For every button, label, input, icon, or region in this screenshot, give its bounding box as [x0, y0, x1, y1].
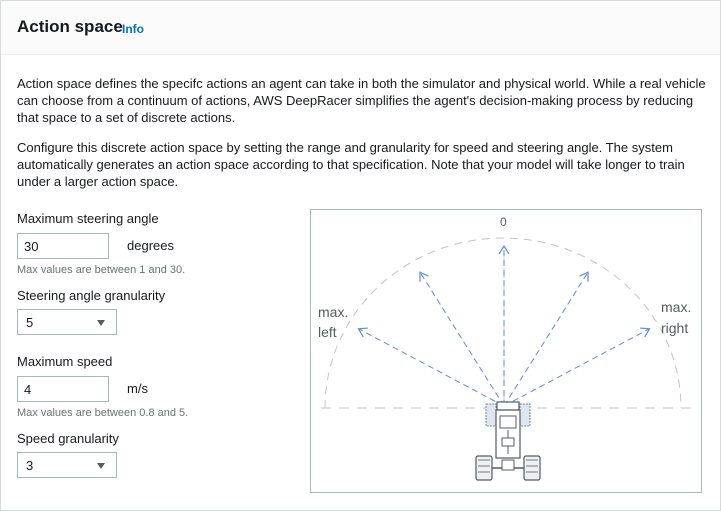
speed-granularity-label: Speed granularity — [17, 431, 119, 446]
panel-title: Action space — [17, 17, 123, 36]
max-right-label-2: right — [661, 320, 689, 336]
action-space-panel: Action space Info Action space defines t… — [0, 0, 721, 511]
max-speed-label: Maximum speed — [17, 354, 113, 369]
panel-header: Action space Info — [1, 1, 720, 55]
max-steering-angle-input[interactable] — [17, 233, 109, 259]
action-space-svg — [321, 237, 691, 481]
speed-hint: Max values are between 0.8 and 5. — [17, 407, 189, 419]
speed-granularity-select[interactable]: 3 — [17, 452, 117, 478]
max-right-label-1: max. — [661, 299, 692, 315]
steering-granularity-label: Steering angle granularity — [17, 288, 166, 303]
speed-unit: m/s — [127, 381, 148, 396]
steering-angle-hint: Max values are between 1 and 30. — [17, 264, 186, 276]
steering-granularity-value: 5 — [26, 315, 34, 330]
arrowhead-icon — [419, 271, 429, 282]
center-angle-label: 0 — [500, 215, 507, 229]
max-left-label-1: max. — [318, 304, 349, 320]
steering-range-arc — [324, 237, 682, 409]
max-speed-input[interactable] — [17, 376, 109, 402]
steering-angle-unit: degrees — [127, 238, 174, 253]
speed-granularity-value: 3 — [26, 458, 34, 473]
car-icon — [475, 401, 541, 481]
description-paragraph-2: Configure this discrete action space by … — [17, 140, 685, 189]
action-space-diagram: 0 max. left max. right — [310, 209, 702, 493]
steering-action-arrow — [503, 271, 589, 407]
caret-down-icon — [97, 320, 105, 326]
description-paragraph-1: Action space defines the specifc actions… — [17, 76, 706, 125]
max-steering-angle-label: Maximum steering angle — [17, 211, 159, 226]
steering-granularity-select[interactable]: 5 — [17, 309, 117, 335]
steering-action-arrow — [358, 328, 505, 407]
steering-action-arrow — [419, 271, 505, 407]
max-left-label-2: left — [318, 324, 337, 340]
arrowhead-icon — [579, 271, 589, 282]
action-arrows — [357, 244, 651, 407]
steering-action-arrow — [503, 328, 650, 407]
info-link[interactable]: Info — [122, 22, 144, 36]
caret-down-icon — [97, 463, 105, 469]
